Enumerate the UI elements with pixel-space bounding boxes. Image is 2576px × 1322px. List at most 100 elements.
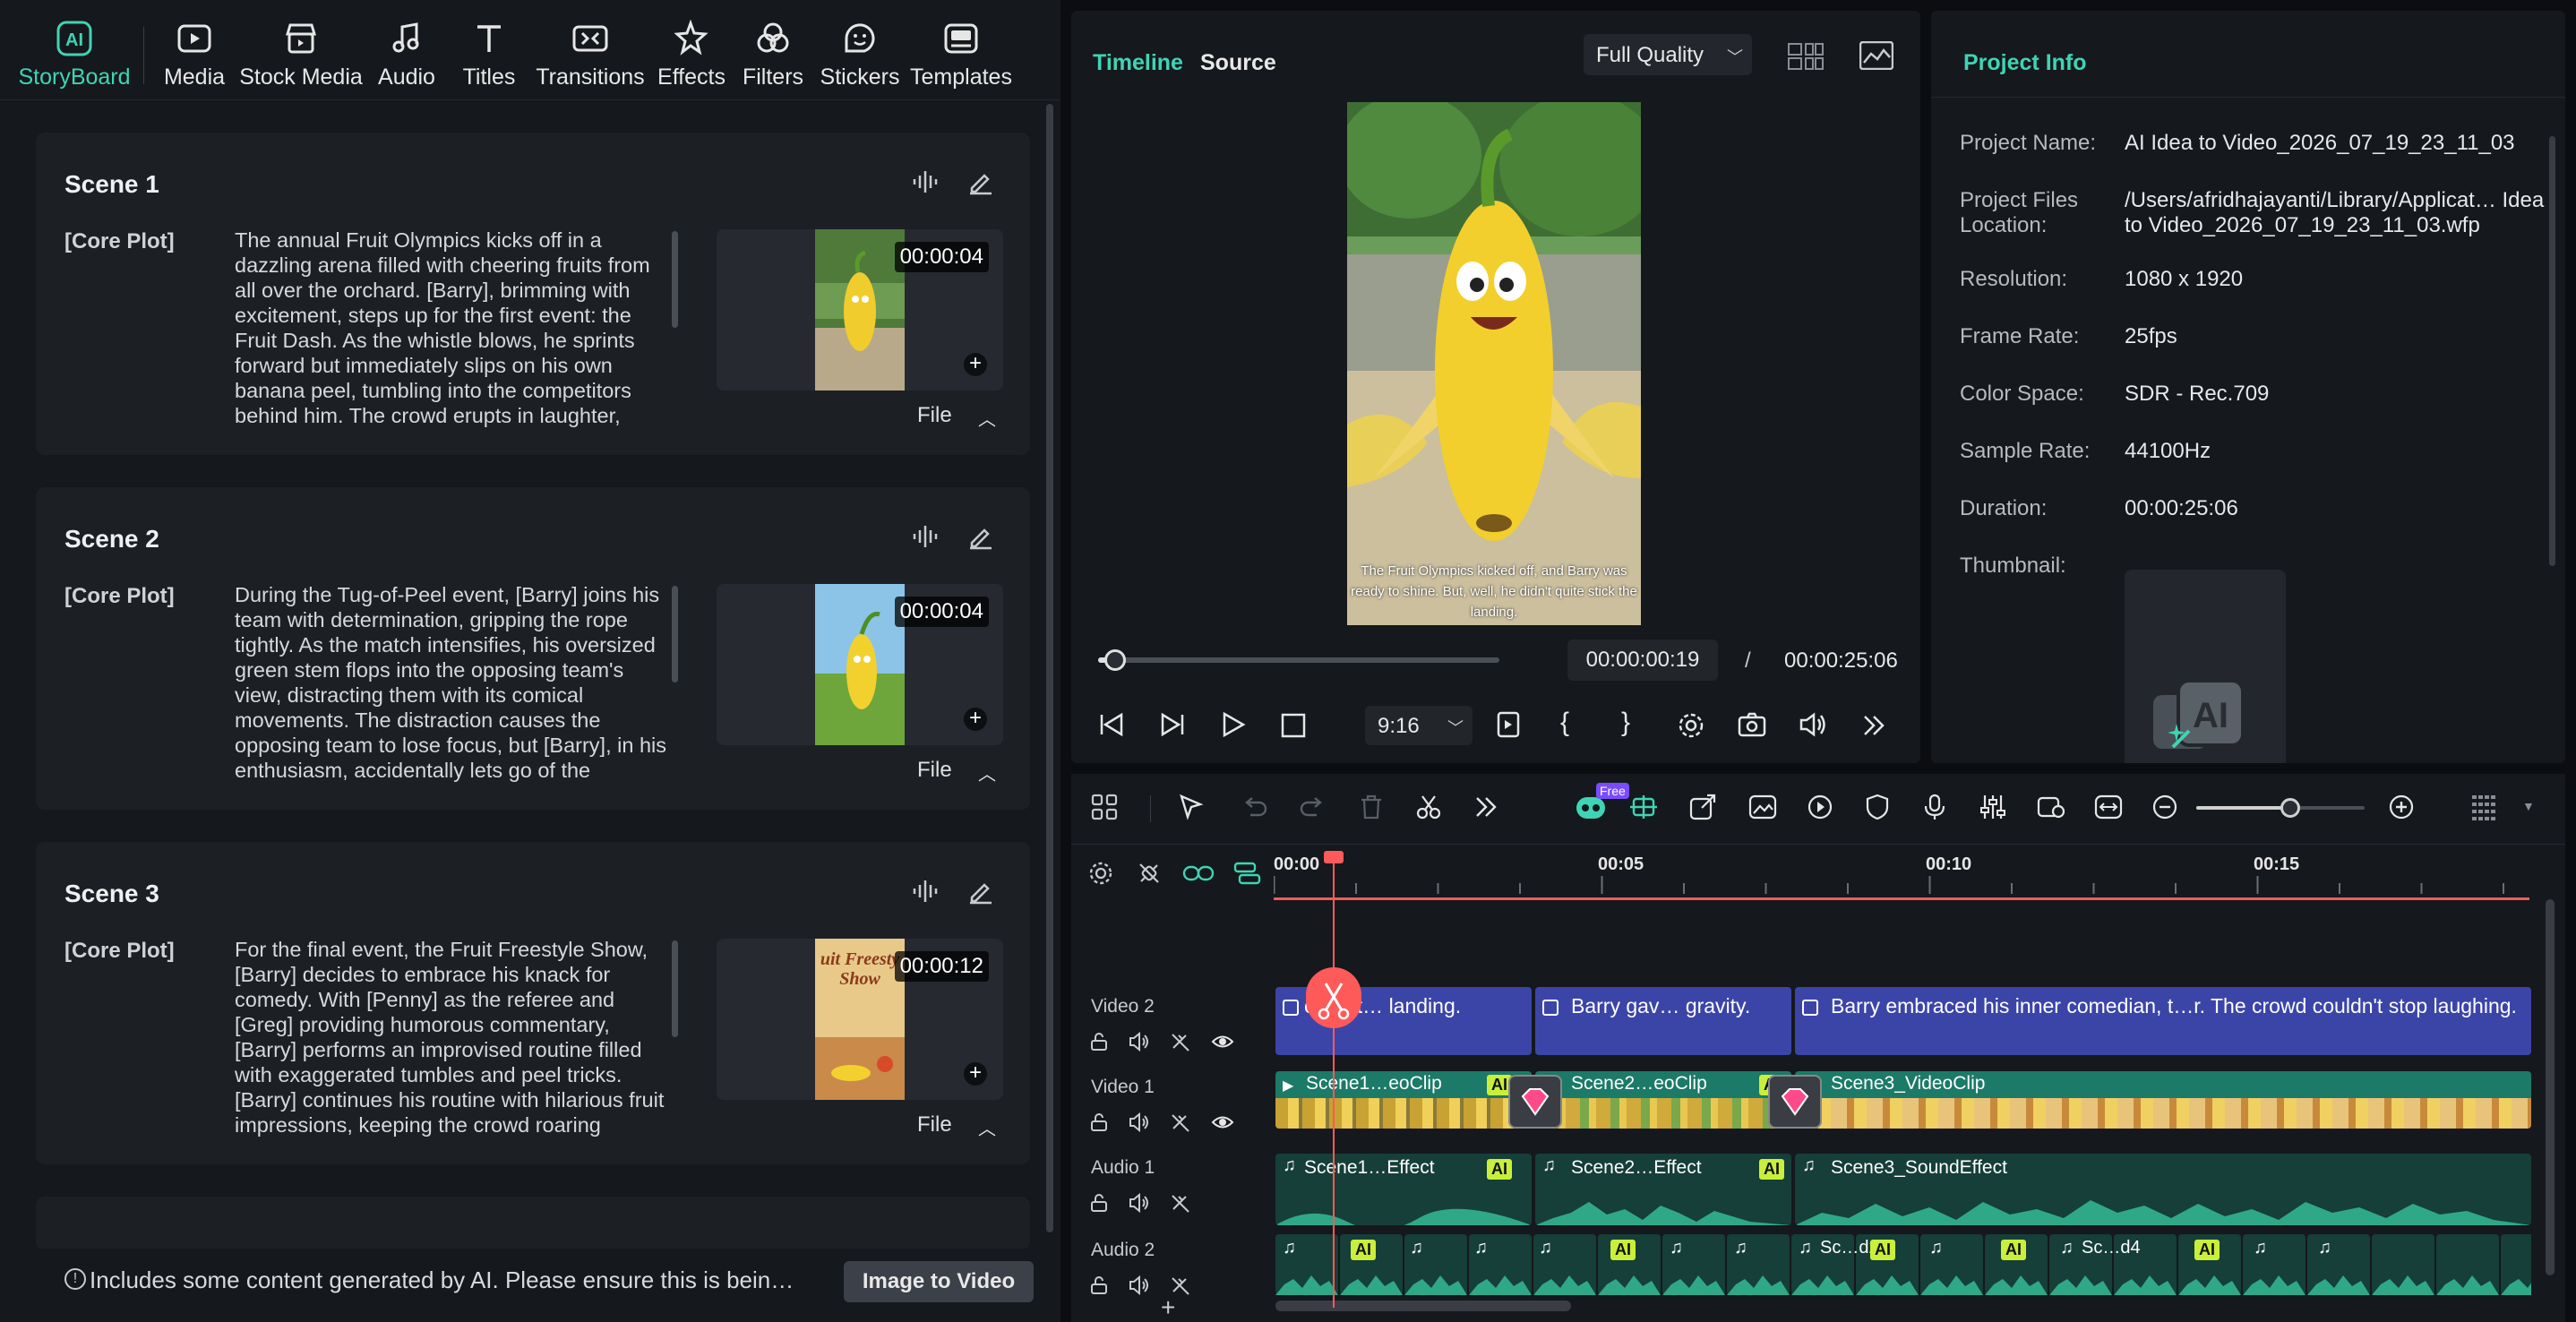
timeline-horizontal-scrollbar[interactable] (1275, 1301, 1571, 1311)
timeline-ruler[interactable]: 00:00 00:05 00:10 00:15 (1274, 849, 2565, 894)
toolbar-stock-media[interactable]: Stock Media (238, 20, 364, 91)
scene-text-scrollbar[interactable] (672, 586, 678, 682)
speed-icon[interactable] (1806, 794, 1834, 820)
zoom-out-icon[interactable] (2151, 794, 2178, 820)
toolbar-audio[interactable]: Audio (371, 20, 442, 91)
video-clip-3[interactable]: ▶ Scene3_VideoClip (1795, 1071, 2531, 1129)
toolbar-effects[interactable]: Effects (654, 20, 729, 91)
playback-scrubber-handle[interactable] (1103, 649, 1126, 671)
link-icon[interactable] (1182, 860, 1215, 887)
lock-icon[interactable] (1089, 1032, 1109, 1052)
mark-in-icon[interactable]: { (1560, 708, 1569, 738)
fit-width-icon[interactable] (2094, 794, 2123, 820)
chevron-up-icon[interactable]: ︿ (978, 1114, 996, 1140)
edit-icon[interactable] (967, 878, 994, 905)
add-media-icon[interactable]: + (964, 1062, 987, 1086)
layout-grid-icon[interactable] (1091, 794, 1118, 820)
audio-clip-2[interactable]: ♫ Scene2…Effect AI (1535, 1154, 1791, 1225)
transition-marker-1[interactable] (1508, 1075, 1562, 1129)
current-time[interactable]: 00:00:00:19 (1567, 640, 1718, 681)
playback-progress-track[interactable] (1098, 649, 1499, 671)
mark-out-icon[interactable]: } (1621, 708, 1630, 738)
image-chart-icon[interactable] (1859, 41, 1893, 70)
storyboard-scrollbar[interactable] (1046, 104, 1053, 1232)
split-scissors-icon[interactable] (1415, 794, 1442, 820)
aspect-ratio-select[interactable]: 9:16 ﹀ (1365, 706, 1473, 745)
chevron-up-icon[interactable]: ︿ (978, 405, 996, 431)
add-media-icon[interactable]: + (964, 353, 987, 376)
display-mode-icon[interactable] (1496, 711, 1521, 738)
mute-icon[interactable] (1129, 1032, 1150, 1052)
toolbar-transitions[interactable]: Transitions (534, 20, 647, 91)
edit-icon[interactable] (967, 523, 994, 550)
track-manager-icon[interactable] (1232, 860, 1261, 887)
more-tools-icon[interactable] (1473, 794, 1499, 820)
split-marker[interactable] (1306, 967, 1361, 1028)
video-clip-1[interactable]: ▶ Scene1…eoClip AI (1275, 1071, 1532, 1129)
snapshot-icon[interactable] (1738, 711, 1766, 738)
eye-icon[interactable] (1211, 1112, 1234, 1132)
lock-icon[interactable] (1089, 1275, 1109, 1295)
tab-timeline[interactable]: Timeline (1093, 50, 1183, 76)
lock-icon[interactable] (1089, 1112, 1109, 1132)
select-tool-icon[interactable] (1179, 794, 1209, 820)
scene-thumbnail[interactable]: 00:00:04 + (717, 229, 1003, 391)
more-options-icon[interactable] (1861, 713, 1886, 738)
scene-thumbnail[interactable]: uit Freesty Show 00:00:12 + (717, 939, 1003, 1100)
timeline-vertical-scrollbar[interactable] (2546, 899, 2555, 1275)
zoom-slider-handle[interactable] (2280, 798, 2300, 818)
track-layout-icon[interactable] (2470, 794, 2497, 824)
waveform-icon[interactable] (912, 878, 939, 905)
settings-icon[interactable] (1677, 711, 1705, 740)
info-scrollbar[interactable] (2549, 136, 2555, 566)
waveform-icon[interactable] (912, 523, 939, 550)
scene-text-scrollbar[interactable] (672, 940, 678, 1037)
toolbar-storyboard[interactable]: AI StoryBoard (16, 20, 133, 91)
scene-thumbnail[interactable]: 00:00:04 + (717, 584, 1003, 745)
file-label[interactable]: File (917, 1112, 952, 1137)
mute-icon[interactable] (1129, 1275, 1150, 1295)
title-clip-3[interactable]: Barry embraced his inner comedian, t…r. … (1795, 987, 2531, 1055)
auto-beat-icon[interactable] (1628, 794, 1659, 820)
video-preview[interactable]: The Fruit Olympics kicked off, and Barry… (1347, 102, 1641, 625)
disable-track-icon[interactable] (1170, 1275, 1191, 1295)
edit-icon[interactable] (967, 168, 994, 195)
undo-icon[interactable] (1241, 794, 1268, 820)
project-thumbnail[interactable]: AI (2125, 570, 2286, 763)
disable-track-icon[interactable] (1170, 1112, 1191, 1132)
image-edit-icon[interactable] (1748, 794, 1777, 820)
play-frame-icon[interactable] (1159, 711, 1186, 738)
shield-icon[interactable] (1865, 794, 1890, 820)
quality-select[interactable]: Full Quality ﹀ (1584, 34, 1752, 75)
scene-text-scrollbar[interactable] (672, 231, 678, 328)
grid-view-icon[interactable] (1788, 43, 1824, 70)
caret-down-icon[interactable]: ▼ (2522, 799, 2535, 813)
audio-clip-1[interactable]: ♫ Scene1…Effect AI (1275, 1154, 1532, 1225)
audio2-track[interactable]: ♫ AI ♫ ♫ ♫ AI ♫ ♫ ♫ Sc…d2 AI ♫ AI ♫ Sc…d… (1275, 1234, 2531, 1295)
toolbar-filters[interactable]: Filters (736, 20, 810, 91)
video-clip-2[interactable]: ▶ Scene2…eoClip AI (1535, 1071, 1791, 1129)
image-to-video-button[interactable]: Image to Video (844, 1261, 1034, 1302)
mute-icon[interactable] (1129, 1112, 1150, 1132)
disable-track-icon[interactable] (1170, 1193, 1191, 1213)
zoom-slider-track[interactable] (2196, 798, 2365, 818)
mute-icon[interactable] (1129, 1193, 1150, 1213)
stop-icon[interactable] (1281, 713, 1306, 738)
toolbar-media[interactable]: Media (158, 20, 231, 91)
chevron-up-icon[interactable]: ︿ (978, 760, 996, 785)
volume-icon[interactable] (1799, 711, 1827, 738)
audio-clip-3[interactable]: ♫ Scene3_SoundEffect (1795, 1154, 2531, 1225)
timeline-settings-icon[interactable] (1087, 860, 1114, 887)
lock-icon[interactable] (1089, 1193, 1109, 1213)
audio-mixer-icon[interactable] (1979, 794, 2006, 820)
microphone-icon[interactable] (1922, 794, 1947, 820)
toolbar-titles[interactable]: Titles (453, 20, 525, 91)
previous-frame-icon[interactable] (1098, 711, 1125, 738)
tab-source[interactable]: Source (1200, 50, 1276, 76)
play-icon[interactable] (1220, 711, 1247, 738)
toolbar-templates[interactable]: Templates (910, 20, 1012, 91)
file-label[interactable]: File (917, 403, 952, 428)
add-track-icon[interactable]: + (1161, 1293, 1175, 1322)
file-label[interactable]: File (917, 758, 952, 783)
toolbar-stickers[interactable]: Stickers (817, 20, 903, 91)
